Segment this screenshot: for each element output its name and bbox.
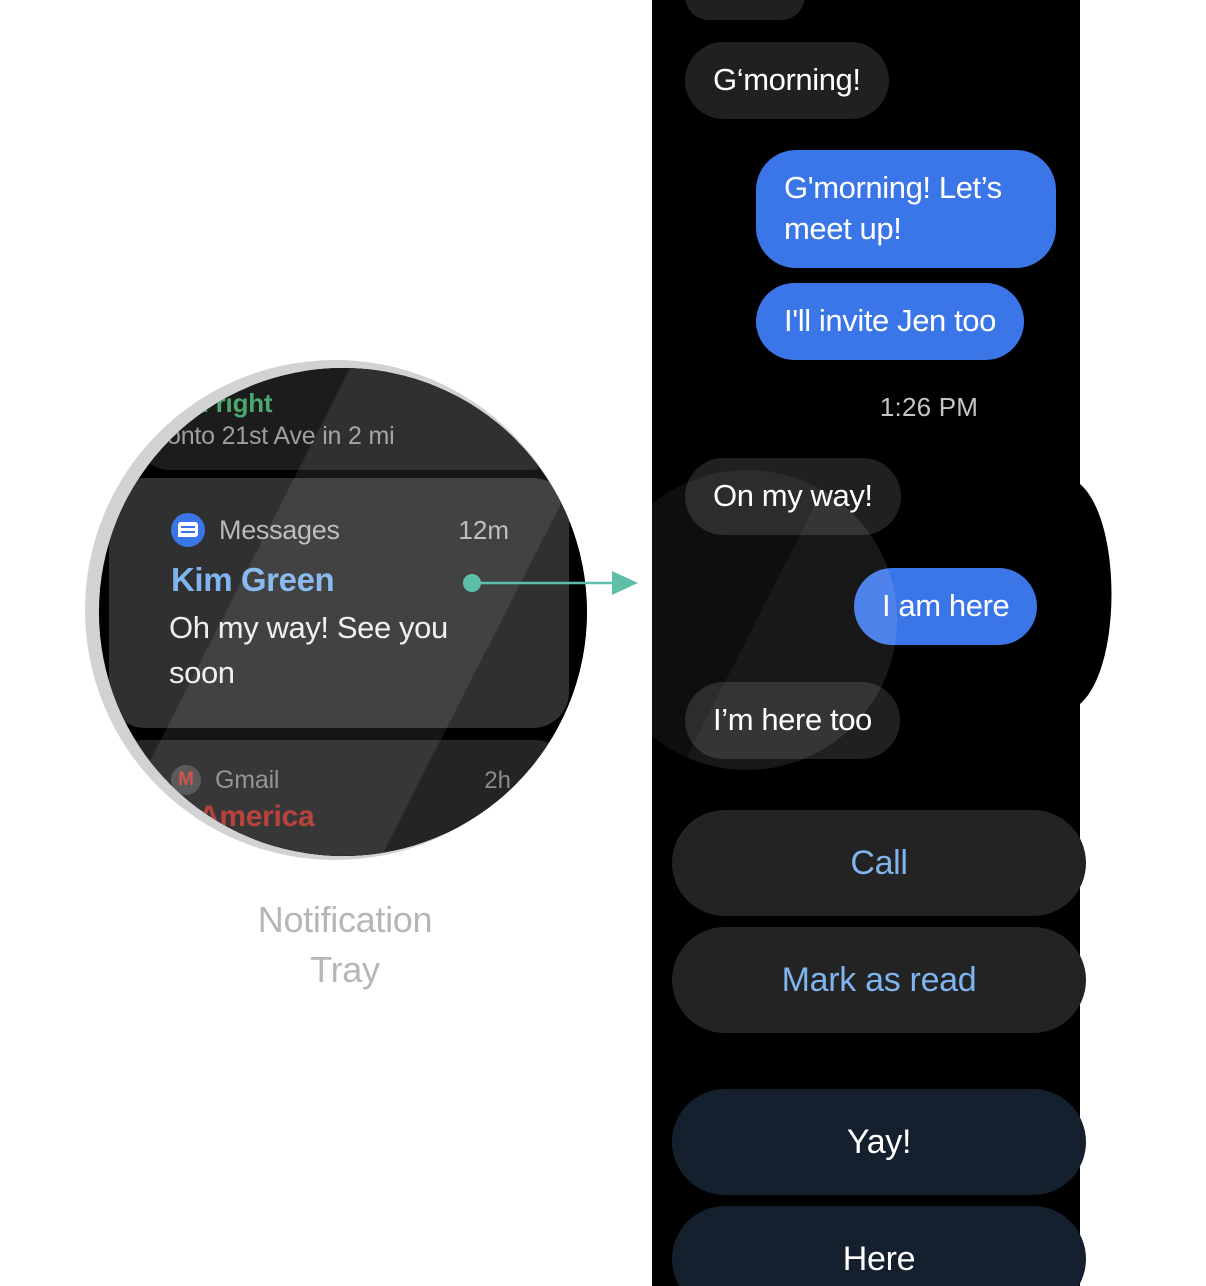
conversation-timestamp: 1:26 PM: [879, 392, 979, 422]
smartwatch-conversation: G‘morning! G'morning! Let’s meet up! I'l…: [652, 0, 1206, 1286]
watch-body: rn right onto 21st Ave in 2 mi Messages …: [99, 368, 587, 856]
message-bubble-me-3[interactable]: I am here: [854, 568, 1038, 645]
gmail-subject-text: k of America: [139, 800, 315, 833]
caption-line-2: Tray: [310, 948, 380, 990]
messages-icon: [171, 513, 205, 547]
caption-line-1: Notification: [257, 899, 433, 940]
notification-card-messages[interactable]: Messages 12m Kim Green Oh my way! See yo…: [109, 478, 569, 728]
notification-header-gmail: M Gmail: [171, 765, 279, 795]
notification-card-navigation[interactable]: rn right onto 21st Ave in 2 mi: [139, 368, 559, 470]
notification-message-body: Oh my way! See you soon: [169, 610, 448, 690]
message-bubble-clipped[interactable]: [685, 0, 805, 20]
gmail-icon: M: [171, 765, 201, 795]
message-bubble-me-1[interactable]: G'morning! Let’s meet up!: [756, 150, 1056, 268]
navigation-street-text: onto 21st Ave in 2 mi: [167, 422, 395, 450]
conversation-screen: G‘morning! G'morning! Let’s meet up! I'l…: [652, 0, 1206, 1286]
screenshot-canvas: rn right onto 21st Ave in 2 mi Messages …: [0, 0, 1206, 1286]
action-button-reply-here[interactable]: Here: [672, 1206, 1086, 1286]
watch-screen: rn right onto 21st Ave in 2 mi Messages …: [99, 368, 587, 856]
notification-app-name: Messages: [219, 514, 340, 545]
action-button-reply-yay[interactable]: Yay!: [672, 1089, 1086, 1195]
action-button-mark-as-read[interactable]: Mark as read: [672, 927, 1086, 1033]
message-bubble-them-1[interactable]: G‘morning!: [685, 42, 889, 119]
caption-notification-tray: Notification Tray: [180, 895, 510, 994]
navigation-direction-text: rn right: [183, 388, 273, 418]
gmail-timestamp: 2h: [484, 767, 511, 794]
message-bubble-them-3[interactable]: I’m here too: [685, 682, 900, 759]
notification-sender-name: Kim Green: [171, 561, 335, 598]
gmail-app-name: Gmail: [215, 765, 280, 794]
notification-timestamp: 12m: [458, 515, 509, 545]
message-bubble-them-2[interactable]: On my way!: [685, 458, 901, 535]
connector-arrowhead: [612, 571, 638, 595]
smartwatch-notification-tray: rn right onto 21st Ave in 2 mi Messages …: [85, 360, 587, 860]
notification-card-gmail[interactable]: M Gmail 2h k of America: [109, 740, 569, 856]
notification-stack: rn right onto 21st Ave in 2 mi Messages …: [99, 368, 587, 856]
message-bubble-me-2[interactable]: I'll invite Jen too: [756, 283, 1024, 360]
action-button-call[interactable]: Call: [672, 810, 1086, 916]
